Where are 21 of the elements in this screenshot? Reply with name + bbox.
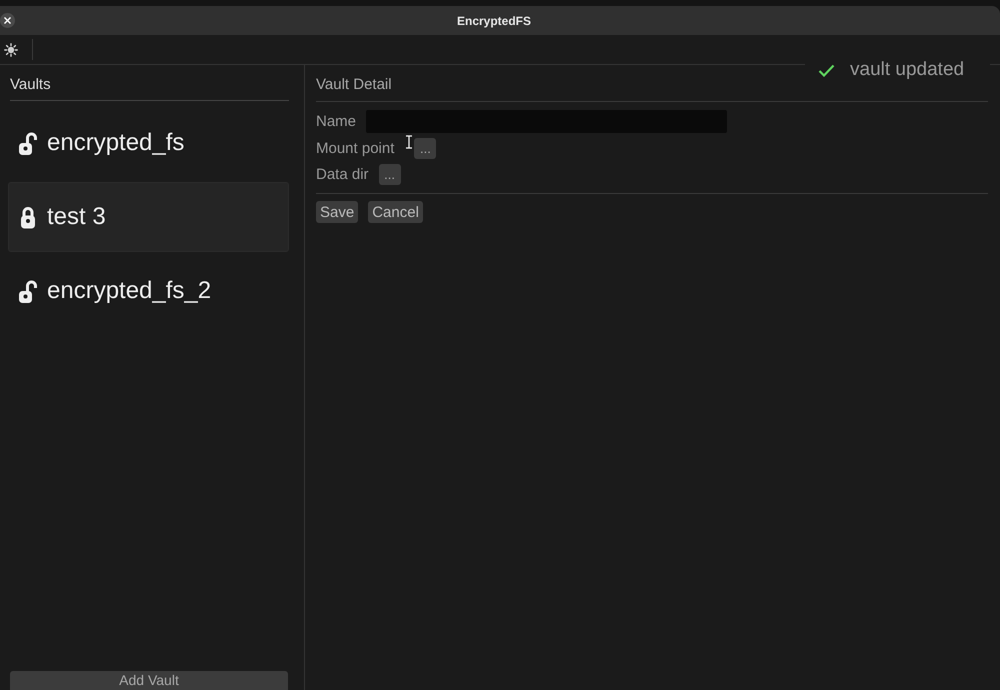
form-button[interactable]: Save [316, 201, 358, 223]
field-label: Name [316, 113, 356, 130]
check-icon [818, 64, 835, 76]
add-vault-button[interactable]: Add Vault [10, 671, 288, 690]
form-button[interactable]: Cancel [368, 201, 423, 223]
panel-heading: Vaults [10, 75, 289, 101]
vault-name: test 3 [47, 203, 106, 231]
close-button[interactable] [0, 13, 15, 28]
vault-list-item[interactable]: encrypted_fs_2 [8, 256, 289, 326]
vault-name: encrypted_fs [47, 129, 184, 157]
vault-name: encrypted_fs_2 [47, 277, 212, 305]
vault-list-item[interactable]: encrypted_fs [8, 108, 289, 178]
field-label: Data dir [316, 166, 369, 183]
browse-button[interactable]: ... [414, 138, 436, 159]
text-cursor-icon [405, 135, 413, 149]
close-icon [4, 17, 11, 24]
sun-icon[interactable] [4, 42, 18, 56]
browse-button[interactable]: ... [378, 164, 401, 185]
field-label: Mount point [316, 140, 394, 157]
vault-list-item[interactable]: test 3 [8, 182, 289, 252]
window-title: EncryptedFS [456, 14, 532, 28]
